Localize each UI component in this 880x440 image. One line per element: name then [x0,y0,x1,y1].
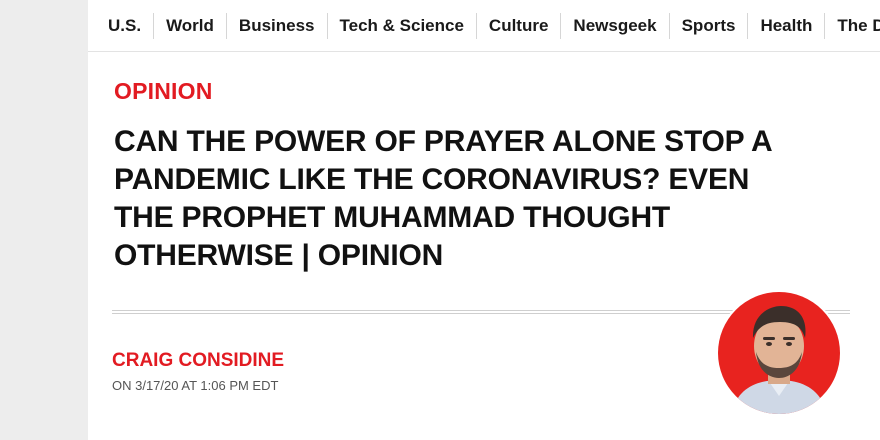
section-label[interactable]: OPINION [114,78,814,105]
author-name[interactable]: CRAIG CONSIDINE [112,350,284,372]
top-navigation: U.S. World Business Tech & Science Cultu… [88,0,880,52]
author-avatar[interactable] [718,292,840,414]
article-header: OPINION CAN THE POWER OF PRAYER ALONE ST… [114,78,814,275]
nav-item-sports[interactable]: Sports [670,12,749,39]
nav-item-business[interactable]: Business [227,12,328,39]
nav-item-health[interactable]: Health [748,12,826,39]
nav-item-culture[interactable]: Culture [477,12,562,39]
nav-item-world[interactable]: World [154,12,227,39]
nav-item-tech-science[interactable]: Tech & Science [328,12,477,39]
nav-item-the-debate[interactable]: The Debate [825,13,880,39]
article-headline: CAN THE POWER OF PRAYER ALONE STOP A PAN… [114,125,772,272]
article-page: U.S. World Business Tech & Science Cultu… [88,0,880,440]
nav-item-newsgeek[interactable]: Newsgeek [561,12,670,39]
byline: CRAIG CONSIDINE ON 3/17/20 AT 1:06 PM ED… [112,350,284,393]
publish-date: ON 3/17/20 AT 1:06 PM EDT [112,378,279,393]
nav-item-us[interactable]: U.S. [96,12,155,39]
person-icon [732,306,826,414]
